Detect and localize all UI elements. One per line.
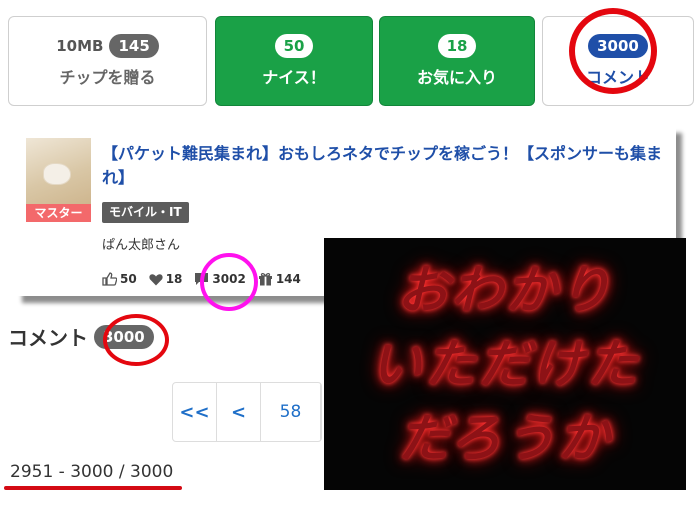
comment-range-text: 2951 - 3000 / 3000 <box>10 462 174 482</box>
thumbs-up-icon <box>102 272 117 286</box>
heart-icon <box>149 273 163 285</box>
tips-count: 144 <box>275 272 301 286</box>
comment-button-annotation-circle <box>569 8 657 94</box>
tip-count-badge: 145 <box>109 34 159 58</box>
tips-stat: 144 <box>258 272 301 286</box>
card-comments-annotation-circle <box>200 253 258 311</box>
thumbnail-cat-shape <box>44 164 70 184</box>
prev-page-icon: < <box>230 401 247 423</box>
send-tip-label: チップを贈る <box>59 68 156 87</box>
article-title-link[interactable]: 【パケット難民集まれ】おもしろネタでチップを稼ごう！【スポンサーも集まれ】 <box>102 142 672 190</box>
favorites-count: 18 <box>165 272 183 286</box>
master-badge: マスター <box>26 204 91 222</box>
gift-icon <box>258 273 272 286</box>
first-page-button[interactable]: << <box>173 383 217 441</box>
favorite-count-badge: 18 <box>437 34 477 58</box>
caption-overlay: おわかり いただけた だろうか <box>324 238 686 490</box>
likes-count: 50 <box>120 272 137 286</box>
caption-line-1: おわかり <box>396 260 613 321</box>
author-name[interactable]: ぱん太郎さん <box>102 234 180 253</box>
page-number-button[interactable]: 58 <box>261 383 321 441</box>
caption-line-3: だろうか <box>398 408 612 469</box>
nice-label: ナイス！ <box>262 68 326 87</box>
send-tip-button[interactable]: 10MB 145 チップを贈る <box>8 16 207 106</box>
pagination: << < 58 <box>172 382 322 442</box>
category-tag[interactable]: モバイル・IT <box>102 202 189 223</box>
nice-button[interactable]: 50 ナイス！ <box>215 16 373 106</box>
prev-page-button[interactable]: < <box>217 383 261 441</box>
comment-heading-title: コメント <box>8 326 88 350</box>
tip-size-label: 10MB <box>56 37 104 55</box>
nice-count-badge: 50 <box>274 34 314 58</box>
first-page-icon: << <box>179 401 210 423</box>
favorites-stat: 18 <box>149 272 183 286</box>
range-underline-annotation <box>4 486 182 490</box>
comment-count-annotation-circle <box>103 314 169 366</box>
favorite-button[interactable]: 18 お気に入り <box>379 16 535 106</box>
favorite-label: お気に入り <box>416 68 497 87</box>
caption-line-2: いただけた <box>369 334 640 395</box>
likes-stat: 50 <box>102 272 137 286</box>
article-thumbnail[interactable] <box>26 138 91 208</box>
